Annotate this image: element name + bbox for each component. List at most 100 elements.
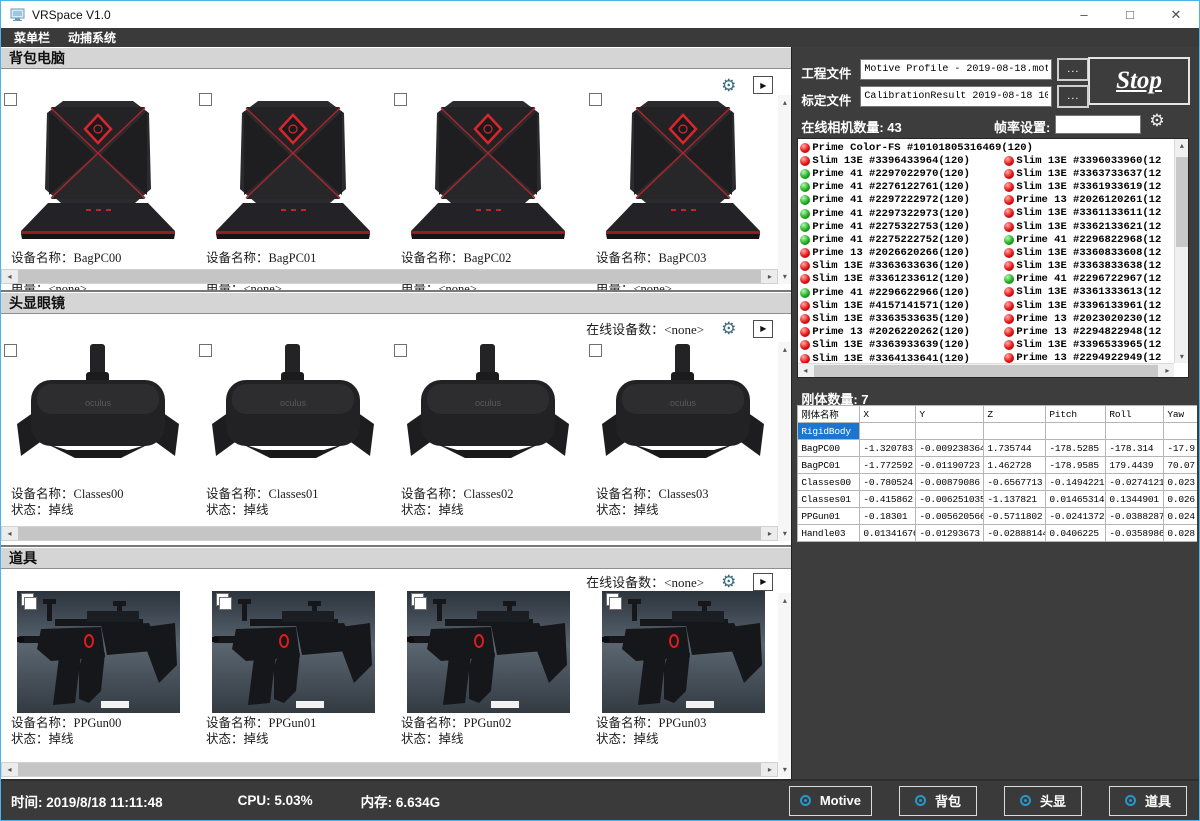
camera-list-item[interactable]: Slim 13E #3361133611(12: [1004, 207, 1161, 220]
rigid-body-row[interactable]: BagPC00-1.320783-0.0092383641.735744-178…: [798, 440, 1198, 457]
table-cell[interactable]: -0.02413725: [1046, 508, 1106, 525]
camera-list-horizontal-scrollbar[interactable]: ◂▸: [798, 363, 1174, 377]
calibration-file-input[interactable]: [860, 86, 1052, 107]
menu-item-main[interactable]: 菜单栏: [14, 29, 50, 46]
statusbar-button-motive[interactable]: Motive: [789, 786, 872, 816]
vertical-scrollbar[interactable]: ▴▾: [778, 342, 791, 541]
device-select-checkbox[interactable]: [589, 93, 602, 106]
camera-list-item[interactable]: Slim 13E #3360833608(12: [1004, 246, 1161, 259]
rigid-body-row[interactable]: Handle030.01341676-0.01293673-0.02888144…: [798, 525, 1198, 542]
camera-list-item[interactable]: Slim 13E #3396133961(12: [1004, 299, 1161, 312]
camera-list-item[interactable]: Slim 13E #3363733637(12: [1004, 167, 1161, 180]
table-cell[interactable]: [1106, 423, 1164, 440]
scroll-down-icon[interactable]: ▾: [1180, 352, 1184, 361]
table-cell[interactable]: -0.03589865: [1106, 525, 1164, 542]
table-cell[interactable]: Classes00: [798, 474, 860, 491]
camera-list-item[interactable]: Slim 13E #3361233612(120): [800, 273, 1033, 286]
device-select-checkbox[interactable]: [199, 344, 212, 357]
table-cell[interactable]: -178.314: [1106, 440, 1164, 457]
frame-rate-gear-icon[interactable]: ⚙: [1149, 112, 1164, 129]
project-file-input[interactable]: [860, 59, 1052, 80]
camera-list-item[interactable]: Slim 13E #3363633636(120): [800, 260, 1033, 273]
project-browse-button[interactable]: ...: [1057, 58, 1089, 81]
scroll-left-icon[interactable]: ◂: [2, 765, 17, 774]
scroll-left-icon[interactable]: ◂: [2, 272, 17, 281]
table-cell[interactable]: -0.6567713: [984, 474, 1046, 491]
rigid-body-row[interactable]: Classes01-0.415862-0.006251035-1.1378210…: [798, 491, 1198, 508]
device-select-checkbox[interactable]: [199, 93, 212, 106]
scroll-right-icon[interactable]: ▸: [762, 272, 777, 281]
play-button[interactable]: ▶: [753, 76, 773, 94]
scroll-right-icon[interactable]: ▸: [762, 765, 777, 774]
device-select-checkbox[interactable]: [589, 344, 602, 357]
frame-rate-input[interactable]: [1055, 115, 1141, 134]
table-cell[interactable]: -178.5285: [1046, 440, 1106, 457]
device-select-checkbox[interactable]: [4, 344, 17, 357]
camera-list-item[interactable]: Slim 13E #3396433964(120): [800, 154, 1033, 167]
table-cell[interactable]: [1046, 423, 1106, 440]
table-cell[interactable]: [916, 423, 984, 440]
scroll-down-icon[interactable]: ▾: [783, 272, 787, 281]
camera-list-item[interactable]: Slim 13E #3396033960(12: [1004, 154, 1161, 167]
camera-list-item[interactable]: Prime 13 #2026220262(120): [800, 326, 1033, 339]
statusbar-button-props[interactable]: 道具: [1109, 786, 1187, 816]
camera-list-item[interactable]: Prime 41 #2296722967(12: [1004, 273, 1161, 286]
camera-list-item[interactable]: Prime 41 #2276122761(120): [800, 181, 1033, 194]
camera-list-vertical-scrollbar[interactable]: ▴▾: [1174, 139, 1188, 363]
scroll-left-icon[interactable]: ◂: [2, 529, 17, 538]
scrollbar-thumb[interactable]: [18, 270, 761, 283]
table-cell[interactable]: -0.01190723: [916, 457, 984, 474]
statusbar-button-backpack[interactable]: 背包: [899, 786, 977, 816]
camera-list-item[interactable]: Prime 41 #2297222972(120): [800, 194, 1033, 207]
table-cell[interactable]: Classes01: [798, 491, 860, 508]
horizontal-scrollbar[interactable]: ◂▸: [1, 762, 778, 777]
scroll-up-icon[interactable]: ▴: [783, 98, 787, 107]
camera-list-item[interactable]: Prime 13 #2023020230(12: [1004, 312, 1161, 325]
camera-list-item[interactable]: Slim 13E #3363533635(120): [800, 312, 1033, 325]
menu-item-mocap[interactable]: 动捕系统: [68, 29, 116, 46]
camera-list-item[interactable]: Prime 41 #2296622966(120): [800, 286, 1033, 299]
horizontal-scrollbar[interactable]: ◂▸: [1, 269, 778, 284]
table-cell[interactable]: -0.009238364: [916, 440, 984, 457]
camera-list-item[interactable]: Slim 13E #3396533965(12: [1004, 339, 1161, 352]
scroll-up-icon[interactable]: ▴: [783, 345, 787, 354]
settings-gear-icon[interactable]: ⚙: [721, 77, 736, 94]
table-cell[interactable]: -0.01293673: [916, 525, 984, 542]
horizontal-scrollbar[interactable]: ◂▸: [1, 526, 778, 541]
stop-button[interactable]: Stop: [1088, 57, 1190, 105]
table-cell[interactable]: 0.024: [1164, 508, 1198, 525]
scroll-up-icon[interactable]: ▴: [1180, 141, 1184, 150]
scroll-up-icon[interactable]: ▴: [783, 596, 787, 605]
rigid-body-row[interactable]: RigidBody: [798, 423, 1198, 440]
table-cell[interactable]: -0.18301: [860, 508, 916, 525]
scroll-down-icon[interactable]: ▾: [783, 529, 787, 538]
minimize-button[interactable]: –: [1061, 1, 1107, 28]
table-cell[interactable]: -0.005620566: [916, 508, 984, 525]
table-cell[interactable]: 0.023: [1164, 474, 1198, 491]
table-cell[interactable]: -0.00879086: [916, 474, 984, 491]
camera-list-item[interactable]: Prime 13 #2026120261(12: [1004, 194, 1161, 207]
camera-list-item[interactable]: Slim 13E #3363933639(120): [800, 339, 1033, 352]
table-cell[interactable]: BagPC00: [798, 440, 860, 457]
table-cell[interactable]: [860, 423, 916, 440]
table-cell[interactable]: -1.137821: [984, 491, 1046, 508]
table-cell[interactable]: -0.5711802: [984, 508, 1046, 525]
rigid-body-row[interactable]: PPGun01-0.18301-0.005620566-0.5711802-0.…: [798, 508, 1198, 525]
table-cell[interactable]: 0.01465314: [1046, 491, 1106, 508]
table-cell[interactable]: 0.0406225: [1046, 525, 1106, 542]
table-cell[interactable]: 0.1344901: [1106, 491, 1164, 508]
maximize-button[interactable]: □: [1107, 1, 1153, 28]
settings-gear-icon[interactable]: ⚙: [721, 573, 736, 590]
device-select-checkbox[interactable]: [4, 93, 17, 106]
camera-list-item[interactable]: Prime 13 #2026620266(120): [800, 247, 1033, 260]
table-cell[interactable]: -1.320783: [860, 440, 916, 457]
camera-list-item[interactable]: Prime 41 #2275222752(120): [800, 233, 1033, 246]
device-select-checkbox[interactable]: [24, 597, 37, 610]
table-cell[interactable]: 0.028: [1164, 525, 1198, 542]
scroll-left-icon[interactable]: ◂: [798, 366, 812, 375]
camera-list-item[interactable]: Prime 41 #2297022970(120): [800, 167, 1033, 180]
table-cell[interactable]: -0.02888144: [984, 525, 1046, 542]
table-cell[interactable]: -0.03882879: [1106, 508, 1164, 525]
device-select-checkbox[interactable]: [609, 597, 622, 610]
scroll-down-icon[interactable]: ▾: [783, 765, 787, 774]
